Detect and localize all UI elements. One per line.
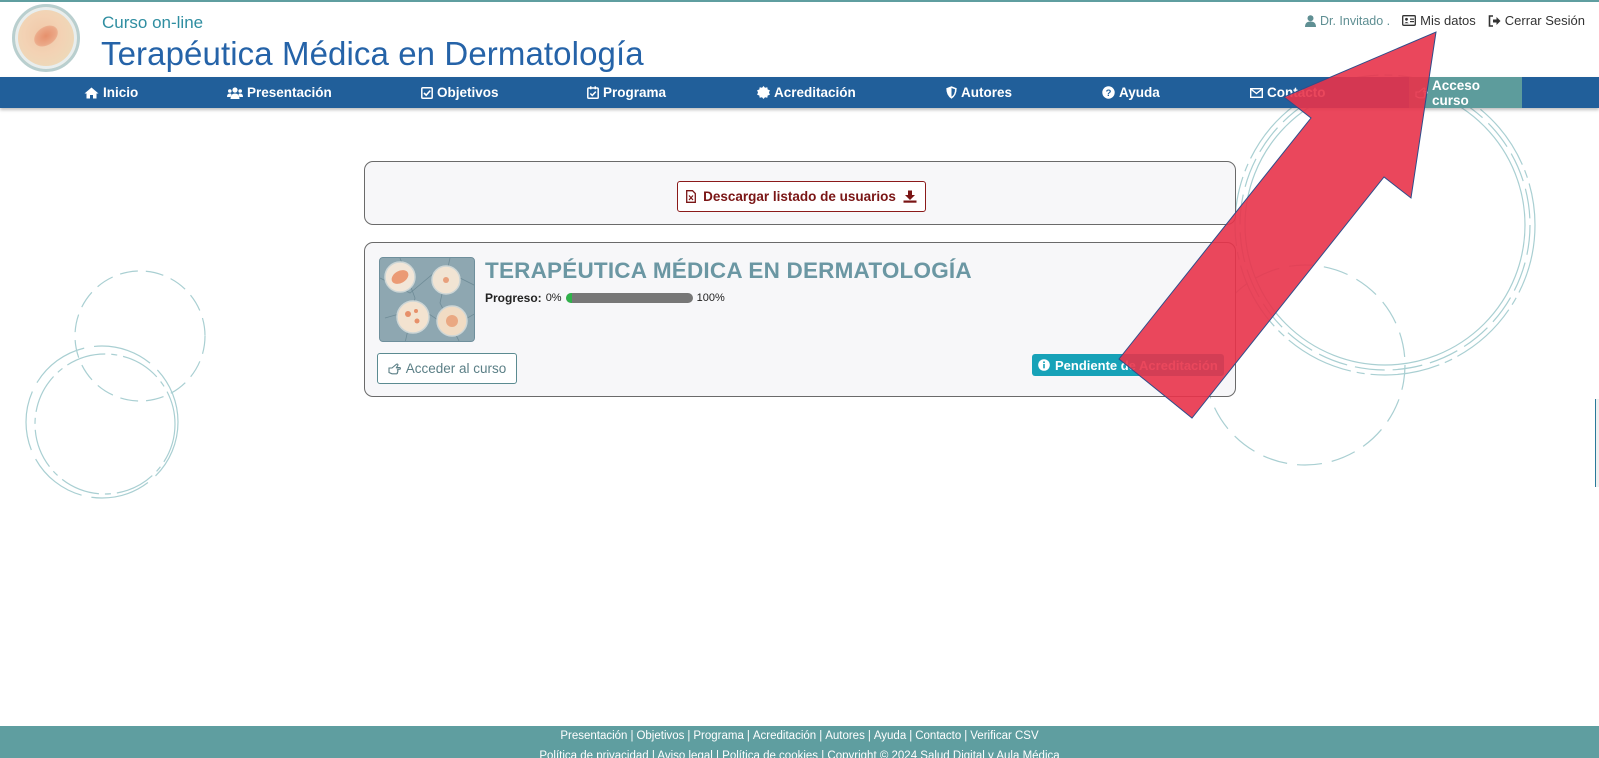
footer-separator: | (964, 730, 968, 742)
nav-item-programa[interactable]: Programa (587, 77, 666, 108)
footer-link-acreditacion[interactable]: Acreditación (753, 730, 816, 742)
nav-label: Ayuda (1119, 85, 1160, 100)
home-icon (84, 87, 99, 99)
page: Curso on-line Terapéutica Médica en Derm… (0, 0, 1599, 758)
nav-label: Acceso curso (1432, 77, 1481, 108)
user-bar: Dr. Invitado . Mis datos Cerrar Sesión (1304, 13, 1585, 28)
header-subtitle: Curso on-line (102, 13, 204, 32)
progress-max: 100% (696, 292, 725, 304)
footer-link-autores[interactable]: Autores (825, 730, 865, 742)
side-feedback-tab[interactable] (1595, 399, 1599, 487)
status-badge: Pendiente de Acreditación (1032, 354, 1224, 376)
main-nav: Inicio Presentación Objetivos Programa A… (0, 77, 1599, 108)
nav-item-presentacion[interactable]: Presentación (227, 77, 332, 108)
nav-item-autores[interactable]: Autores (946, 77, 1012, 108)
nav-item-acreditacion[interactable]: Acreditación (757, 77, 856, 108)
footer-separator: | (746, 730, 750, 742)
top-accent-line (0, 0, 1599, 2)
access-course-button[interactable]: Acceder al curso (377, 353, 517, 384)
footer-link-objetivos[interactable]: Objetivos (636, 730, 684, 742)
nav-item-acceso-curso[interactable]: Acceso curso (1409, 77, 1522, 108)
course-progress: Progreso: 0% 100% (485, 291, 725, 305)
nav-label: Programa (603, 85, 667, 100)
my-data-link[interactable]: Mis datos (1402, 13, 1476, 28)
hand-pointer-icon (1415, 86, 1428, 99)
nav-label: Autores (961, 85, 1013, 100)
nav-item-contacto[interactable]: Contacto (1250, 77, 1326, 108)
nav-label: Objetivos (437, 85, 499, 100)
my-data-label: Mis datos (1420, 13, 1476, 28)
shield-icon (946, 86, 957, 99)
footer-separator: | (867, 730, 871, 742)
users-icon (227, 86, 243, 99)
page-title[interactable]: Terapéutica Médica en Dermatología (101, 35, 644, 73)
course-thumbnail[interactable] (379, 257, 475, 342)
logout-label: Cerrar Sesión (1504, 13, 1585, 28)
download-users-button[interactable]: Descargar listado de usuarios (677, 181, 926, 212)
footer-link-ayuda[interactable]: Ayuda (874, 730, 906, 742)
access-course-label: Acceder al curso (405, 361, 507, 376)
user-name: Dr. Invitado . (1304, 13, 1391, 28)
user-name-text: Dr. Invitado . (1319, 13, 1391, 28)
footer-link-programa[interactable]: Programa (693, 730, 744, 742)
footer-link-contacto[interactable]: Contacto (915, 730, 961, 742)
nav-item-ayuda[interactable]: ? Ayuda (1102, 77, 1160, 108)
course-logo[interactable] (12, 4, 80, 72)
id-card-icon (1402, 15, 1417, 26)
envelope-icon (1250, 87, 1263, 98)
user-icon (1304, 14, 1316, 27)
excel-file-icon (686, 190, 697, 203)
nav-item-objetivos[interactable]: Objetivos (421, 77, 499, 108)
footer: Presentación | Objetivos | Programa | Acredita… (0, 726, 1599, 758)
progress-min: 0% (545, 292, 562, 304)
footer-links: Presentación | Objetivos | Programa | Acredita… (0, 730, 1599, 742)
status-badge-text: Pendiente de Acreditación (1055, 357, 1218, 373)
footer-legal[interactable]: Política de privacidad | Aviso legal | P… (0, 750, 1599, 758)
nav-label: Contacto (1267, 85, 1326, 100)
checkbox-icon (421, 86, 433, 99)
nav-label: Inicio (103, 85, 139, 100)
info-icon (1038, 359, 1050, 371)
footer-separator: | (819, 730, 823, 742)
hand-pointer-icon (388, 362, 401, 375)
nav-label: Presentación (247, 85, 332, 100)
nav-label: Acreditación (774, 85, 856, 100)
nav-item-inicio[interactable]: Inicio (84, 77, 138, 108)
download-label: Descargar listado de usuarios (703, 189, 896, 204)
download-icon (903, 190, 917, 203)
calendar-check-icon (587, 86, 599, 99)
progress-label: Progreso: (485, 291, 542, 305)
course-title[interactable]: TERAPÉUTICA MÉDICA EN DERMATOLOGÍA (485, 258, 972, 284)
footer-link-presentacion[interactable]: Presentación (560, 730, 627, 742)
footer-separator: | (909, 730, 913, 742)
sign-out-icon (1488, 14, 1501, 27)
certificate-icon (757, 86, 770, 99)
progress-fill (565, 293, 572, 303)
footer-link-verificar-csv[interactable]: Verificar CSV (970, 730, 1038, 742)
progress-bar (565, 293, 693, 303)
logout-link[interactable]: Cerrar Sesión (1488, 13, 1585, 28)
petri-dishes-image (380, 258, 474, 341)
svg-text:?: ? (1106, 88, 1112, 99)
question-icon: ? (1102, 86, 1115, 99)
